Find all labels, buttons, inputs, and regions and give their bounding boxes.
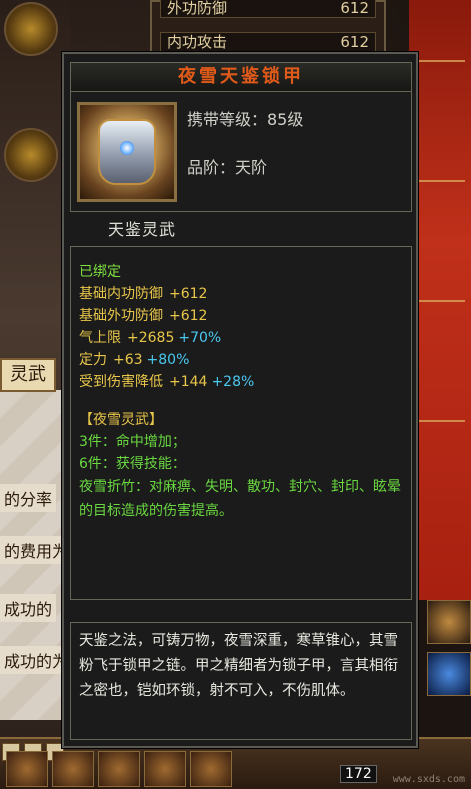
item-description: 天鉴之法，可铸万物，夜雪深重，寒草锥心，其雪粉飞于锁甲之链。甲之精细者为锁子甲，… bbox=[70, 622, 412, 740]
bound-status: 已绑定 bbox=[79, 264, 121, 280]
left-panel: 灵武 的分率 的费用为 成功的 成功的为 bbox=[0, 0, 73, 789]
stat-row: 气上限 +2685 +70% bbox=[79, 330, 222, 346]
equip-slot-icon[interactable] bbox=[4, 128, 58, 182]
stat-row: 基础内功防御 +612 bbox=[79, 286, 208, 302]
hotbar-slot[interactable] bbox=[52, 751, 94, 787]
stat-row: 受到伤害降低 +144 +28% bbox=[79, 374, 255, 390]
item-title: 夜雪天鉴锁甲 bbox=[178, 66, 304, 87]
hotbar-slot[interactable] bbox=[144, 751, 186, 787]
armor-icon bbox=[77, 102, 177, 202]
set-title: 【夜雪灵武】 bbox=[79, 412, 163, 428]
left-text: 的分率 bbox=[0, 484, 57, 512]
tooltip-header: 夜雪天鉴锁甲 bbox=[70, 62, 412, 92]
equip-slot-icon[interactable] bbox=[4, 2, 58, 56]
stat-row: 基础外功防御 +612 bbox=[79, 308, 208, 324]
left-text: 成功的 bbox=[0, 594, 57, 622]
set-skill: 夜雪折竹：对麻痹、失明、散功、封穴、封印、眩晕的目标造成的伤害提高。 bbox=[79, 479, 401, 519]
item-count: 172 bbox=[340, 765, 377, 783]
item-grade: 品阶：天阶 bbox=[187, 158, 268, 177]
item-subtitle: 天鉴灵武 bbox=[108, 220, 177, 239]
attribute-row: 内功攻击 612 bbox=[160, 32, 376, 52]
stat-row: 定力 +63 +80% bbox=[79, 352, 190, 368]
skill-slot[interactable] bbox=[427, 600, 471, 644]
set-bonus-3: 3件：命中增加； bbox=[79, 434, 186, 450]
stats-section: 已绑定 基础内功防御 +612 基础外功防御 +612 气上限 +2685 +70% 定… bbox=[70, 246, 412, 600]
watermark: www.sxds.com bbox=[392, 774, 465, 785]
item-tooltip: 夜雪天鉴锁甲 携带等级：85级 品阶：天阶 天鉴灵武 已绑定 基础内功防御 +61… bbox=[62, 52, 418, 748]
hotbar-slot[interactable] bbox=[190, 751, 232, 787]
lingwu-tab[interactable]: 灵武 bbox=[0, 358, 56, 392]
set-bonus-6: 6件：获得技能： bbox=[79, 456, 186, 472]
attribute-panel: 外功防御 612 内功攻击 612 bbox=[150, 0, 386, 58]
required-level: 携带等级：85级 bbox=[187, 110, 304, 129]
attribute-row: 外功防御 612 bbox=[160, 0, 376, 18]
hotbar-slot[interactable] bbox=[98, 751, 140, 787]
hotbar-slot[interactable] bbox=[6, 751, 48, 787]
right-panel bbox=[409, 0, 471, 600]
item-summary: 携带等级：85级 品阶：天阶 bbox=[70, 92, 412, 212]
skill-slot[interactable] bbox=[427, 652, 471, 696]
